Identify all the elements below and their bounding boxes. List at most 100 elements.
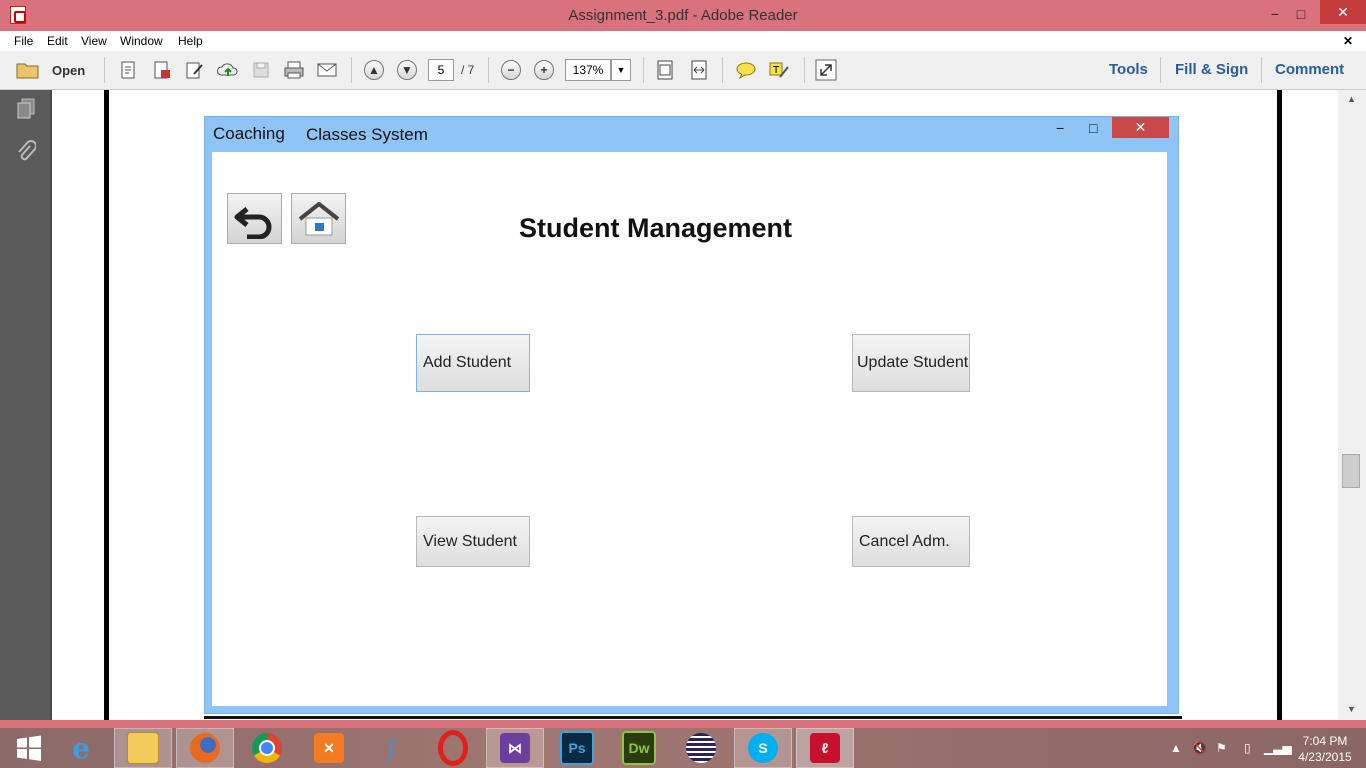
file-explorer-icon xyxy=(127,732,159,764)
taskbar-mysql[interactable]: ∫ xyxy=(362,728,420,768)
page-heading: Student Management xyxy=(519,213,793,243)
upload-cloud-icon[interactable] xyxy=(215,58,241,82)
comment-link[interactable]: Comment xyxy=(1275,61,1344,78)
zoom-level-input[interactable]: 137% xyxy=(565,59,611,81)
navigation-pane xyxy=(0,90,50,720)
clock-time: 7:04 PM xyxy=(1302,734,1348,748)
taskbar-adobe-reader[interactable]: ℓ xyxy=(796,728,854,768)
taskbar-chrome[interactable] xyxy=(238,728,296,768)
taskbar-firefox[interactable] xyxy=(176,728,234,768)
attachments-paperclip-icon[interactable] xyxy=(16,140,37,169)
page-border-right xyxy=(1277,90,1282,720)
taskbar-eclipse[interactable] xyxy=(672,728,730,768)
close-button[interactable]: ✕ xyxy=(1320,0,1366,24)
edit-pdf-icon[interactable] xyxy=(182,58,208,82)
export-pdf-icon[interactable] xyxy=(149,58,175,82)
taskbar-photoshop[interactable]: Ps xyxy=(548,728,606,768)
update-student-button[interactable]: Update Student xyxy=(852,334,970,392)
xampp-icon: ✕ xyxy=(314,733,344,763)
taskbar-xampp[interactable]: ✕ xyxy=(300,728,358,768)
toolbar: Open ▲ ▼ 5 / 7 − + 137% ▼ T Tools Fill &… xyxy=(0,51,1366,90)
next-page-button[interactable]: ▼ xyxy=(394,58,420,82)
menu-file[interactable]: File xyxy=(14,34,33,48)
document-close-button[interactable]: ✕ xyxy=(1343,34,1353,48)
scroll-down-icon[interactable]: ▼ xyxy=(1347,704,1356,714)
taskbar-opera[interactable] xyxy=(424,728,482,768)
window-title: Assignment_3.pdf - Adobe Reader xyxy=(568,7,798,24)
svg-text:T: T xyxy=(772,65,780,76)
highlight-text-icon[interactable]: T xyxy=(766,58,792,82)
skype-icon: S xyxy=(748,733,778,763)
action-center-flag-icon[interactable]: ⚑ xyxy=(1216,741,1227,755)
dialog-maximize-button[interactable]: □ xyxy=(1089,120,1097,136)
taskbar-dreamweaver[interactable]: Dw xyxy=(610,728,668,768)
sticky-note-icon[interactable] xyxy=(733,58,759,82)
taskbar-file-explorer[interactable] xyxy=(114,728,172,768)
maximize-button[interactable]: □ xyxy=(1288,4,1314,24)
dialog-title-part1: Coaching xyxy=(213,124,285,143)
create-pdf-icon[interactable] xyxy=(116,58,142,82)
adobe-reader-icon: ℓ xyxy=(810,733,840,763)
zoom-out-button[interactable]: − xyxy=(498,58,524,82)
taskbar-ie[interactable]: e xyxy=(52,728,110,768)
pages-thumbnail-icon[interactable] xyxy=(16,98,36,125)
clock-date: 4/23/2015 xyxy=(1298,750,1352,764)
fill-sign-link[interactable]: Fill & Sign xyxy=(1175,61,1248,78)
dialog-minimize-button[interactable]: − xyxy=(1056,120,1064,136)
toolbar-divider xyxy=(643,57,644,83)
dialog-close-button[interactable]: ✕ xyxy=(1112,117,1169,138)
mysql-icon: ∫ xyxy=(387,735,395,760)
toolbar-divider xyxy=(351,57,352,83)
firefox-icon xyxy=(190,733,220,763)
menu-help[interactable]: Help xyxy=(178,34,203,48)
zoom-dropdown-chevron-down-icon[interactable]: ▼ xyxy=(611,59,631,81)
windows-logo-icon xyxy=(17,735,41,761)
cancel-admission-button[interactable]: Cancel Adm. xyxy=(852,516,970,567)
open-label[interactable]: Open xyxy=(52,63,85,78)
menu-bar: File Edit View Window Help ✕ xyxy=(0,31,1366,51)
zoom-in-button[interactable]: + xyxy=(531,58,557,82)
opera-icon xyxy=(438,730,468,766)
page-rule xyxy=(204,716,1182,719)
start-button[interactable] xyxy=(0,728,58,768)
eclipse-icon xyxy=(686,733,716,763)
scrollbar-thumb[interactable] xyxy=(1342,454,1360,488)
tools-link[interactable]: Tools xyxy=(1109,61,1148,78)
page-total: / 7 xyxy=(461,63,475,77)
taskbar-skype[interactable]: S xyxy=(734,728,792,768)
email-icon[interactable] xyxy=(314,58,340,82)
expand-icon[interactable] xyxy=(813,58,839,82)
menu-view[interactable]: View xyxy=(81,34,107,48)
add-student-button[interactable]: Add Student xyxy=(416,334,530,392)
photoshop-icon: Ps xyxy=(560,731,594,765)
menu-window[interactable]: Window xyxy=(120,34,163,48)
print-icon[interactable] xyxy=(281,58,307,82)
fit-width-icon[interactable] xyxy=(686,58,712,82)
save-icon[interactable] xyxy=(248,58,274,82)
home-button[interactable] xyxy=(291,193,346,244)
chrome-icon xyxy=(252,733,282,763)
volume-muted-icon[interactable]: 🔇 xyxy=(1192,741,1207,755)
toolbar-divider xyxy=(1160,57,1161,83)
page-border-left xyxy=(104,90,109,720)
menu-edit[interactable]: Edit xyxy=(47,34,68,48)
back-button[interactable] xyxy=(227,193,282,244)
dialog-title-part2: Classes System xyxy=(306,125,428,144)
show-hidden-icons-chevron-up-icon[interactable]: ▲ xyxy=(1170,741,1182,755)
home-icon xyxy=(298,201,339,235)
battery-icon[interactable]: ▯ xyxy=(1244,741,1251,755)
network-signal-icon[interactable]: ▁▃▅ xyxy=(1264,741,1292,755)
previous-page-button[interactable]: ▲ xyxy=(361,58,387,82)
visual-studio-icon: ⋈ xyxy=(500,733,530,763)
minimize-button[interactable]: − xyxy=(1262,4,1288,24)
view-student-button[interactable]: View Student xyxy=(416,516,530,567)
vertical-scrollbar[interactable]: ▲ ▼ xyxy=(1338,90,1366,720)
page-number-input[interactable]: 5 xyxy=(428,59,454,81)
open-button[interactable] xyxy=(16,59,44,81)
taskbar-visual-studio[interactable]: ⋈ xyxy=(486,728,544,768)
fit-page-icon[interactable] xyxy=(652,58,678,82)
scroll-up-icon[interactable]: ▲ xyxy=(1347,94,1356,104)
toolbar-divider xyxy=(722,57,723,83)
system-clock[interactable]: 7:04 PM 4/23/2015 xyxy=(1290,733,1360,765)
ie-icon: e xyxy=(72,731,90,765)
